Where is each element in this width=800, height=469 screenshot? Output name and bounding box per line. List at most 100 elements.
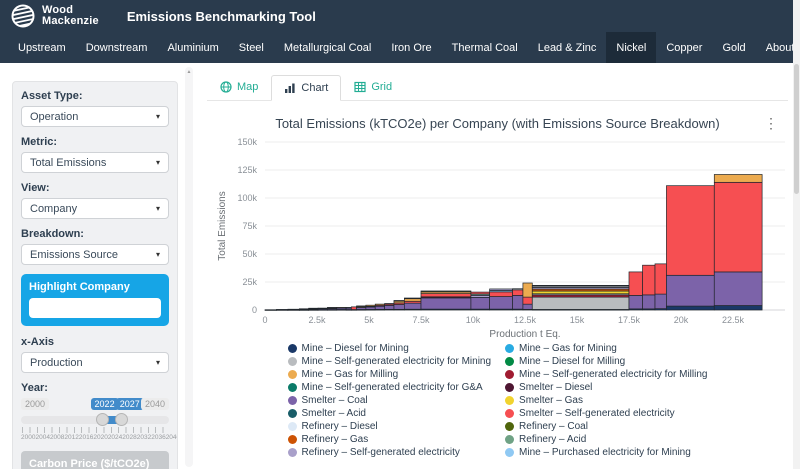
nav-item-lead-zinc[interactable]: Lead & Zinc bbox=[528, 32, 607, 63]
bar-segment-mine_diesel_mining[interactable] bbox=[666, 306, 714, 310]
bar-segment-smelter_coal[interactable] bbox=[471, 297, 490, 309]
sidebar-scrollbar[interactable]: ▲ bbox=[185, 67, 193, 467]
bar-segment-mine_selfgen_mining[interactable] bbox=[276, 309, 287, 310]
bar-segment-smelter_selfgen[interactable] bbox=[655, 264, 666, 294]
bar-segment-mine_gas_milling[interactable] bbox=[404, 299, 421, 302]
bar-segment-smelter_selfgen[interactable] bbox=[629, 272, 643, 296]
legend-item-smelter-acid[interactable]: Smelter – Acid bbox=[288, 407, 492, 420]
legend-item-refinery-coal[interactable]: Refinery – Coal bbox=[505, 420, 707, 433]
legend-item-refinery-gas[interactable]: Refinery – Gas bbox=[288, 433, 492, 446]
legend-item-mine-purchased-electricity-for-mining[interactable]: Mine – Purchased electricity for Mining bbox=[505, 446, 707, 459]
bar-segment-smelter_diesel[interactable] bbox=[532, 285, 629, 286]
legend-item-mine-gas-for-mining[interactable]: Mine – Gas for Mining bbox=[505, 342, 707, 355]
legend-item-mine-diesel-for-milling[interactable]: Mine – Diesel for Milling bbox=[505, 355, 707, 368]
page-scrollbar-thumb[interactable] bbox=[794, 64, 799, 194]
bar-segment-mine_selfgen_mining[interactable] bbox=[513, 289, 523, 290]
legend-item-smelter-gas[interactable]: Smelter – Gas bbox=[505, 394, 707, 407]
year-slider-track[interactable] bbox=[21, 416, 169, 424]
nav-item-iron-ore[interactable]: Iron Ore bbox=[381, 32, 441, 63]
bar-segment-refinery_coal[interactable] bbox=[385, 304, 394, 305]
legend-item-mine-self-generated-electricity-for-mining[interactable]: Mine – Self-generated electricity for Mi… bbox=[288, 355, 492, 368]
bar-segment-smelter_gas[interactable] bbox=[532, 291, 629, 294]
page-scrollbar[interactable] bbox=[793, 0, 800, 469]
bar-segment-smelter_selfgen[interactable] bbox=[490, 292, 513, 297]
nav-item-thermal-coal[interactable]: Thermal Coal bbox=[442, 32, 528, 63]
legend-item-refinery-self-generated-electricity[interactable]: Refinery – Self-generated electricity bbox=[288, 446, 492, 459]
legend-item-mine-self-generated-electricity-for-g-a[interactable]: Mine – Self-generated electricity for G&… bbox=[288, 381, 492, 394]
bar-segment-smelter_selfgen[interactable] bbox=[471, 292, 490, 294]
bar-segment-smelter_coal[interactable] bbox=[404, 303, 421, 309]
x-axis-select[interactable]: Production ▾ bbox=[21, 352, 169, 373]
chart-menu-button[interactable]: ⋮ bbox=[764, 116, 778, 130]
bar-segment-smelter_selfgen[interactable] bbox=[523, 297, 532, 304]
legend-item-mine-diesel-for-mining[interactable]: Mine – Diesel for Mining bbox=[288, 342, 492, 355]
bar-segment-mine_gas_milling[interactable] bbox=[357, 306, 366, 307]
legend-marker bbox=[288, 370, 297, 379]
legend-item-mine-self-generated-electricity-for-milling[interactable]: Mine – Self-generated electricity for Mi… bbox=[505, 368, 707, 381]
bar-segment-smelter_coal[interactable] bbox=[394, 305, 404, 310]
bar-segment-refinery_selfgen[interactable] bbox=[490, 289, 513, 291]
metric-select[interactable]: Total Emissions ▾ bbox=[21, 152, 169, 173]
bar-segment-refinery_coal[interactable] bbox=[421, 291, 471, 292]
bar-segment-mine_gas_milling[interactable] bbox=[714, 174, 762, 182]
asset-type-select[interactable]: Operation ▾ bbox=[21, 106, 169, 127]
bar-segment-smelter_selfgen[interactable] bbox=[309, 308, 318, 309]
bar-segment-mine_gas_milling[interactable] bbox=[318, 308, 327, 309]
legend-item-mine-gas-for-milling[interactable]: Mine – Gas for Milling bbox=[288, 368, 492, 381]
bar-segment-smelter_coal[interactable] bbox=[666, 275, 714, 306]
tab-grid[interactable]: Grid bbox=[341, 75, 405, 100]
nav-item-upstream[interactable]: Upstream bbox=[8, 32, 76, 63]
scroll-up-icon[interactable]: ▲ bbox=[187, 69, 192, 75]
nav-item-gold[interactable]: Gold bbox=[712, 32, 755, 63]
bar-segment-smelter_selfgen[interactable] bbox=[351, 307, 356, 310]
bar-segment-smelter_coal[interactable] bbox=[655, 294, 666, 309]
bar-segment-smelter_selfgen[interactable] bbox=[421, 294, 471, 297]
bar-segment-mine_selfgen_mining[interactable] bbox=[532, 297, 629, 309]
legend-item-refinery-acid[interactable]: Refinery – Acid bbox=[505, 433, 707, 446]
bar-segment-mine_diesel_mining[interactable] bbox=[265, 310, 276, 311]
bar-segment-smelter_selfgen[interactable] bbox=[643, 265, 655, 295]
tab-map[interactable]: Map bbox=[207, 75, 271, 100]
bar-segment-smelter_selfgen[interactable] bbox=[327, 307, 336, 308]
bar-segment-smelter_coal[interactable] bbox=[629, 295, 643, 308]
bar-segment-smelter_selfgen[interactable] bbox=[666, 186, 714, 276]
year-slider-handle-from[interactable] bbox=[96, 413, 109, 426]
bar-segment-smelter_coal[interactable] bbox=[421, 298, 471, 309]
bar-segment-mine_gas_milling[interactable] bbox=[523, 283, 532, 297]
legend-item-smelter-self-generated-electricity[interactable]: Smelter – Self-generated electricity bbox=[505, 407, 707, 420]
bar-segment-mine_gas_milling[interactable] bbox=[366, 305, 375, 306]
bar-segment-mine_diesel_mining[interactable] bbox=[714, 306, 762, 310]
legend-item-smelter-coal[interactable]: Smelter – Coal bbox=[288, 394, 492, 407]
nav-item-aluminium[interactable]: Aluminium bbox=[157, 32, 228, 63]
nav-item-copper[interactable]: Copper bbox=[656, 32, 712, 63]
year-slider-handle-to[interactable] bbox=[115, 413, 128, 426]
nav-item-metallurgical-coal[interactable]: Metallurgical Coal bbox=[274, 32, 381, 63]
bar-segment-smelter_coal[interactable] bbox=[643, 295, 655, 309]
bar-segment-smelter_coal[interactable] bbox=[513, 295, 523, 309]
bar-segment-smelter_coal[interactable] bbox=[375, 306, 384, 309]
bar-segment-mine_gas_milling[interactable] bbox=[375, 304, 384, 305]
nav-item-nickel[interactable]: Nickel bbox=[606, 32, 656, 63]
bar-segment-smelter_coal[interactable] bbox=[490, 297, 513, 310]
legend-item-smelter-diesel[interactable]: Smelter – Diesel bbox=[505, 381, 707, 394]
bar-segment-smelter_coal[interactable] bbox=[523, 304, 532, 309]
chevron-down-icon: ▾ bbox=[156, 158, 160, 167]
nav-item-downstream[interactable]: Downstream bbox=[76, 32, 158, 63]
view-select[interactable]: Company ▾ bbox=[21, 198, 169, 219]
bar-segment-mine_selfgen_milling[interactable] bbox=[299, 309, 308, 310]
bar-segment-mine_diesel_milling[interactable] bbox=[404, 298, 421, 299]
legend-item-refinery-diesel[interactable]: Refinery – Diesel bbox=[288, 420, 492, 433]
bar-segment-mine_gas_milling[interactable] bbox=[337, 307, 346, 308]
bar-segment-mine_selfgen_ga[interactable] bbox=[394, 300, 404, 301]
bar-segment-refinery_selfgen[interactable] bbox=[346, 307, 351, 308]
bar-segment-smelter_coal[interactable] bbox=[385, 305, 394, 309]
bar-segment-smelter_selfgen[interactable] bbox=[513, 290, 523, 296]
highlight-company-input[interactable] bbox=[29, 298, 161, 318]
bar-segment-smelter_coal[interactable] bbox=[288, 309, 299, 310]
bar-segment-smelter_selfgen[interactable] bbox=[714, 182, 762, 272]
x-axis-label: x-Axis bbox=[21, 336, 169, 349]
nav-item-steel[interactable]: Steel bbox=[229, 32, 274, 63]
bar-segment-smelter_coal[interactable] bbox=[714, 272, 762, 306]
tab-chart[interactable]: Chart bbox=[271, 75, 341, 101]
breakdown-select[interactable]: Emissions Source ▾ bbox=[21, 244, 169, 265]
